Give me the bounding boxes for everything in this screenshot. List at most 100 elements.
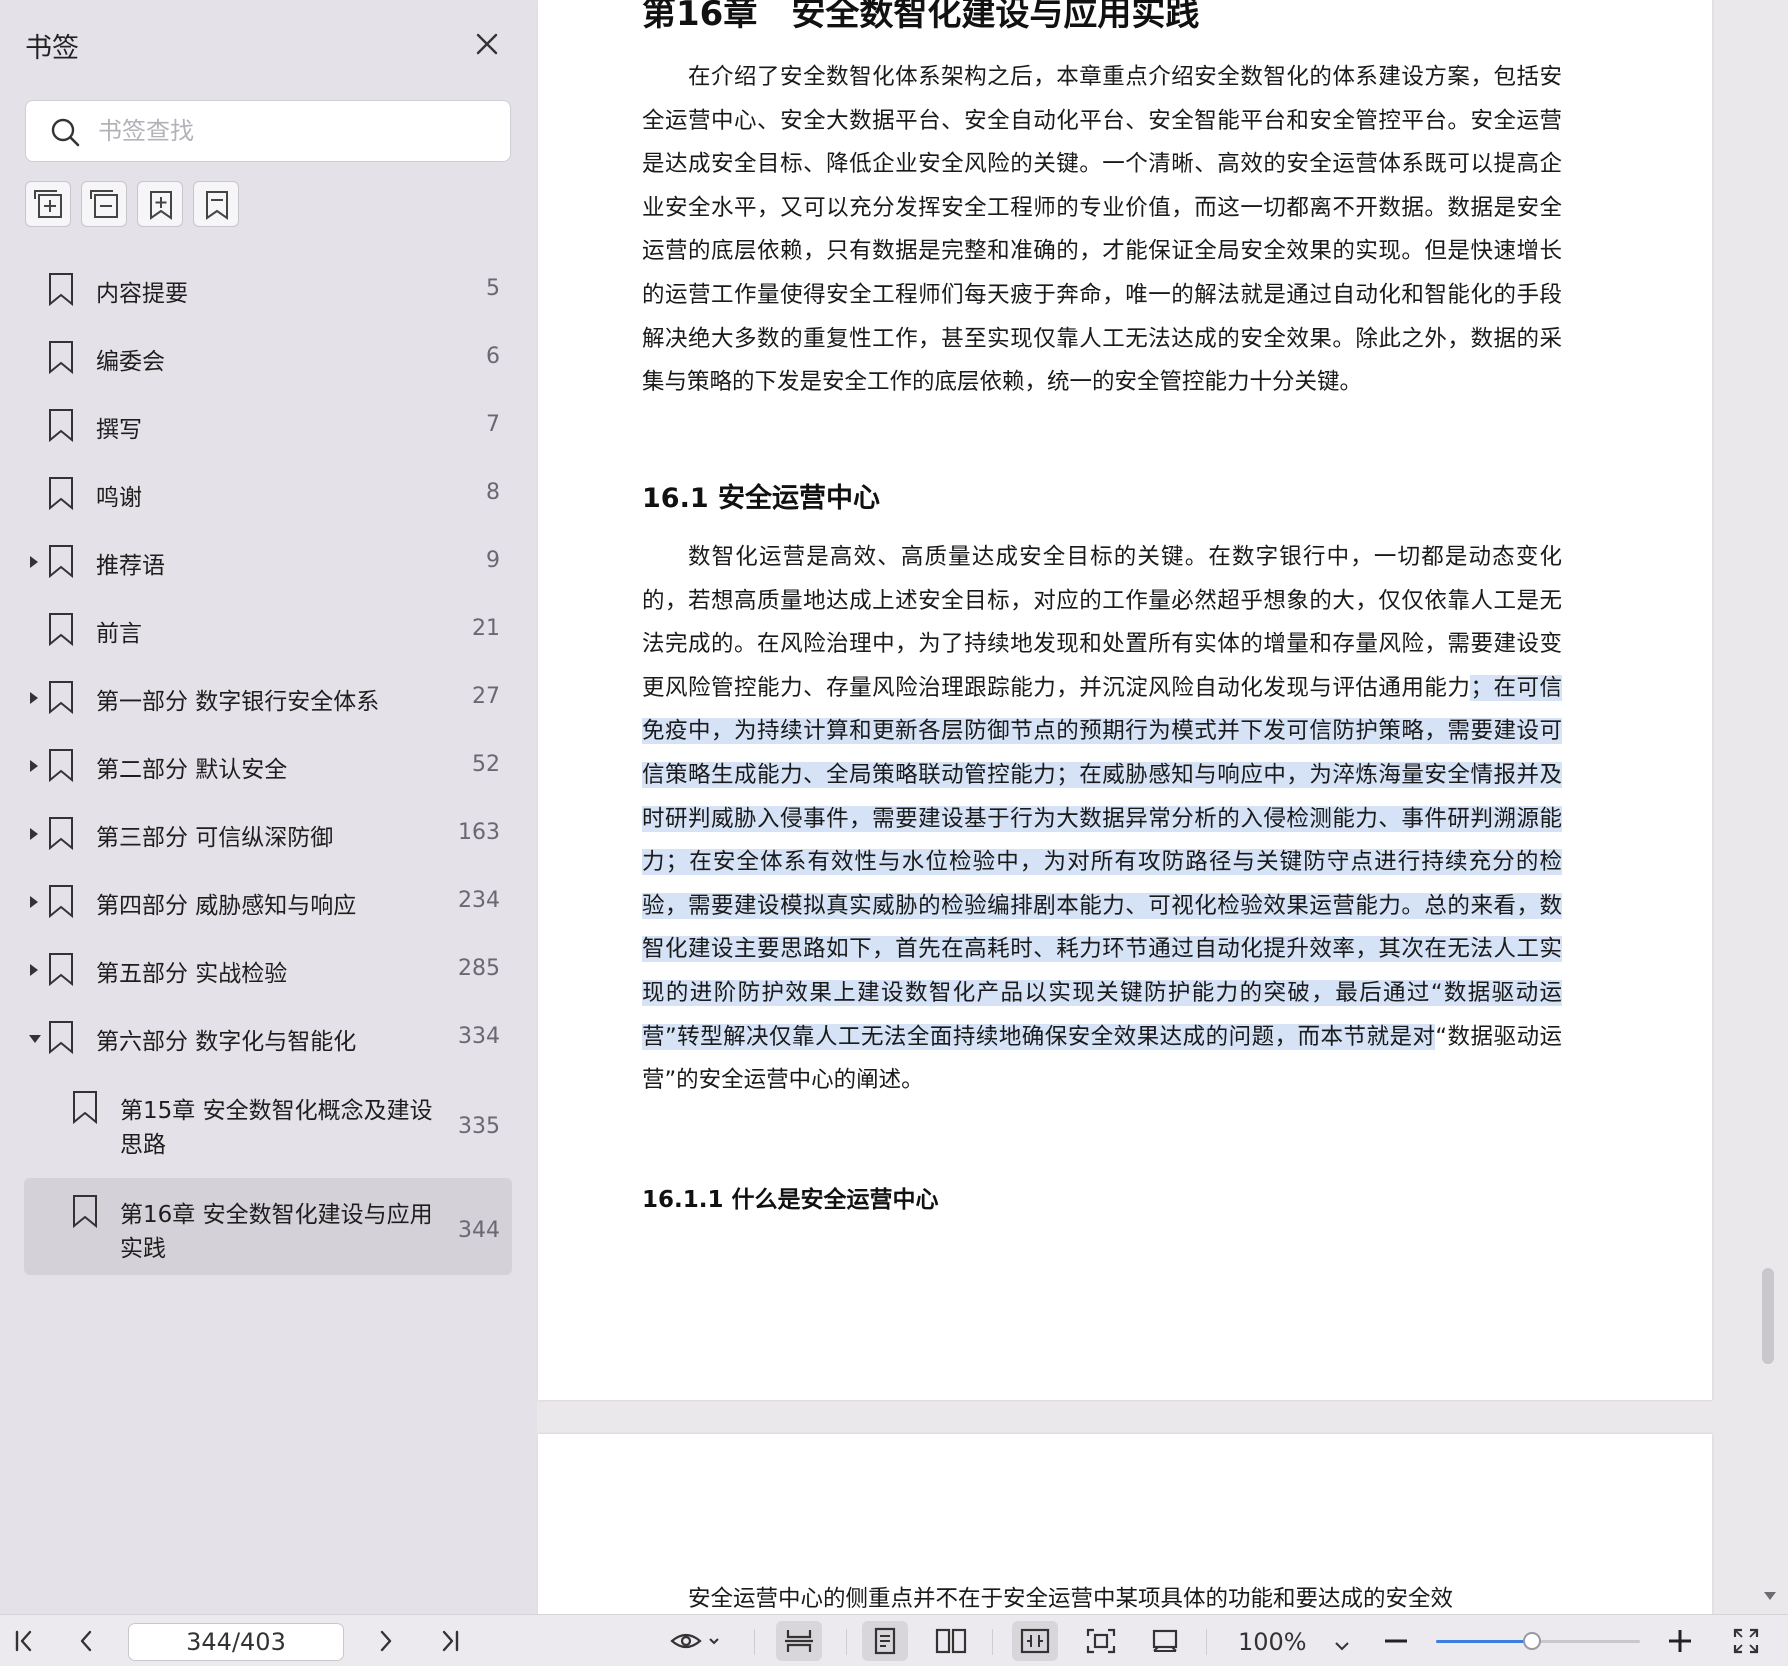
zoom-out-icon[interactable] <box>1376 1621 1416 1661</box>
bookmark-icon <box>48 340 74 375</box>
next-page-icon[interactable] <box>366 1621 406 1661</box>
previous-page-icon[interactable] <box>66 1621 106 1661</box>
bookmark-label: 第三部分 可信纵深防御 <box>96 825 334 851</box>
bookmark-page-number: 344 <box>458 1218 500 1243</box>
paragraph[interactable]: 数智化运营是高效、高质量达成安全目标的关键。在数字银行中，一切都是动态变化的，若… <box>642 536 1562 1103</box>
expand-all-icon[interactable] <box>25 181 71 227</box>
bookmark-page-number: 27 <box>472 684 500 709</box>
selected-text-highlight[interactable]: ；在可信免疫中，为持续计算和更新各层防御节点的预期行为模式并下发可信防护策略，需… <box>642 674 1562 1050</box>
zoom-slider[interactable] <box>1436 1632 1640 1650</box>
bookmark-icon <box>48 748 74 783</box>
bookmark-page-number: 334 <box>458 1024 500 1049</box>
bookmark-label: 撰写 <box>96 417 142 443</box>
bookmark-search <box>25 100 511 162</box>
close-icon[interactable] <box>470 27 504 61</box>
toolbar-divider <box>992 1629 993 1655</box>
two-page-icon[interactable] <box>928 1621 974 1661</box>
bookmark-item-child[interactable]: 第15章 安全数智化概念及建设思路 335 <box>24 1074 512 1170</box>
bookmark-item[interactable]: 第三部分 可信纵深防御 163 <box>24 800 512 868</box>
bookmark-icon <box>48 272 74 307</box>
bookmark-icon <box>48 816 74 851</box>
paragraph[interactable]: 在介绍了安全数智化体系架构之后，本章重点介绍安全数智化的体系建设方案，包括安全运… <box>642 56 1562 405</box>
bookmark-page-number: 234 <box>458 888 500 913</box>
bookmark-page-number: 163 <box>458 820 500 845</box>
bookmark-label: 第二部分 默认安全 <box>96 757 288 783</box>
first-page-icon[interactable] <box>4 1621 44 1661</box>
zoom-in-icon[interactable] <box>1660 1621 1700 1661</box>
bookmark-page-number: 21 <box>472 616 500 641</box>
bookmark-label: 第六部分 数字化与智能化 <box>96 1029 357 1055</box>
expand-caret-icon[interactable] <box>28 826 40 840</box>
bookmark-page-number: 52 <box>472 752 500 777</box>
bookmark-label: 编委会 <box>96 349 165 375</box>
toolbar-divider <box>846 1629 847 1655</box>
zoom-slider-handle[interactable] <box>1523 1632 1541 1650</box>
bookmark-item[interactable]: 第二部分 默认安全 52 <box>24 732 512 800</box>
page-number-input[interactable] <box>128 1623 344 1661</box>
expand-caret-icon[interactable] <box>28 962 40 976</box>
bookmark-icon <box>48 680 74 715</box>
bookmark-item[interactable]: 第四部分 威胁感知与响应 234 <box>24 868 512 936</box>
bookmark-label: 鸣谢 <box>96 485 142 511</box>
bookmark-icon <box>48 476 74 511</box>
bookmark-item[interactable]: 第六部分 数字化与智能化 334 <box>24 1004 512 1072</box>
bookmark-icon <box>48 952 74 987</box>
continuous-scroll-icon[interactable] <box>776 1621 822 1661</box>
chevron-down-icon[interactable] <box>1334 1636 1350 1655</box>
bookmark-page-number: 7 <box>486 412 500 437</box>
expand-caret-icon[interactable] <box>28 554 40 568</box>
expand-caret-icon[interactable] <box>28 894 40 908</box>
bookmark-label: 第15章 安全数智化概念及建设思路 <box>120 1098 433 1158</box>
bookmark-item[interactable]: 编委会 6 <box>24 324 512 392</box>
scroll-down-arrow-icon[interactable] <box>1764 1592 1776 1600</box>
bookmark-label: 推荐语 <box>96 553 165 579</box>
bookmark-label: 第一部分 数字银行安全体系 <box>96 689 380 715</box>
bookmark-item[interactable]: 撰写 7 <box>24 392 512 460</box>
eye-icon[interactable] <box>664 1621 728 1661</box>
bookmark-icon <box>48 1020 74 1055</box>
bookmark-item-selected[interactable]: 第16章 安全数智化建设与应用实践 344 <box>24 1178 512 1275</box>
bookmark-page-number: 9 <box>486 548 500 573</box>
toolbar-divider <box>1206 1629 1207 1655</box>
expand-caret-icon[interactable] <box>28 690 40 704</box>
bookmark-item[interactable]: 推荐语 9 <box>24 528 512 596</box>
bookmark-page-number: 5 <box>486 276 500 301</box>
zoom-level-display[interactable]: 100% <box>1238 1628 1307 1656</box>
fit-width-icon[interactable] <box>1012 1621 1058 1661</box>
bookmark-search-input[interactable] <box>98 101 498 161</box>
bookmark-outline-icon[interactable] <box>193 181 239 227</box>
bookmark-item[interactable]: 内容提要 5 <box>24 256 512 324</box>
bookmark-icon <box>72 1194 98 1229</box>
bookmark-item[interactable]: 前言 21 <box>24 596 512 664</box>
bookmark-label: 内容提要 <box>96 281 188 307</box>
collapse-all-icon[interactable] <box>81 181 127 227</box>
bookmark-item[interactable]: 第五部分 实战检验 285 <box>24 936 512 1004</box>
chapter-title: 第16章 安全数智化建设与应用实践 <box>642 0 1200 34</box>
subsection-heading: 16.1.1 什么是安全运营中心 <box>642 1187 939 1213</box>
bookmark-page-number: 6 <box>486 344 500 369</box>
expand-caret-icon[interactable] <box>28 758 40 772</box>
collapse-caret-icon[interactable] <box>28 1030 41 1044</box>
last-page-icon[interactable] <box>430 1621 470 1661</box>
paragraph[interactable]: 安全运营中心的侧重点并不在于安全运营中某项具体的功能和要达成的安全效 <box>642 1578 1562 1614</box>
bookmark-page-number: 335 <box>458 1114 500 1139</box>
bookmark-label: 第四部分 威胁感知与响应 <box>96 893 357 919</box>
rotate-page-icon[interactable] <box>1142 1621 1188 1661</box>
document-page: 安全运营中心的侧重点并不在于安全运营中某项具体的功能和要达成的安全效 <box>538 1434 1712 1614</box>
bookmark-item[interactable]: 第一部分 数字银行安全体系 27 <box>24 664 512 732</box>
toolbar-divider <box>754 1629 755 1655</box>
fullscreen-icon[interactable] <box>1726 1621 1766 1661</box>
bookmark-icon <box>72 1090 98 1125</box>
bookmark-label: 前言 <box>96 621 142 647</box>
bookmark-panel: 书签 内容提要 5 编委会 6 <box>0 0 537 1614</box>
bookmark-icon <box>48 544 74 579</box>
document-viewport[interactable]: 第16章 安全数智化建设与应用实践 在介绍了安全数智化体系架构之后，本章重点介绍… <box>537 0 1788 1614</box>
panel-title: 书签 <box>25 33 79 64</box>
bookmark-item[interactable]: 鸣谢 8 <box>24 460 512 528</box>
bookmark-icon <box>48 884 74 919</box>
vertical-scrollbar-thumb[interactable] <box>1762 1268 1774 1364</box>
fit-page-icon[interactable] <box>1078 1621 1124 1661</box>
bookmark-page-number: 285 <box>458 956 500 981</box>
add-bookmark-icon[interactable] <box>137 181 183 227</box>
single-page-icon[interactable] <box>862 1621 908 1661</box>
